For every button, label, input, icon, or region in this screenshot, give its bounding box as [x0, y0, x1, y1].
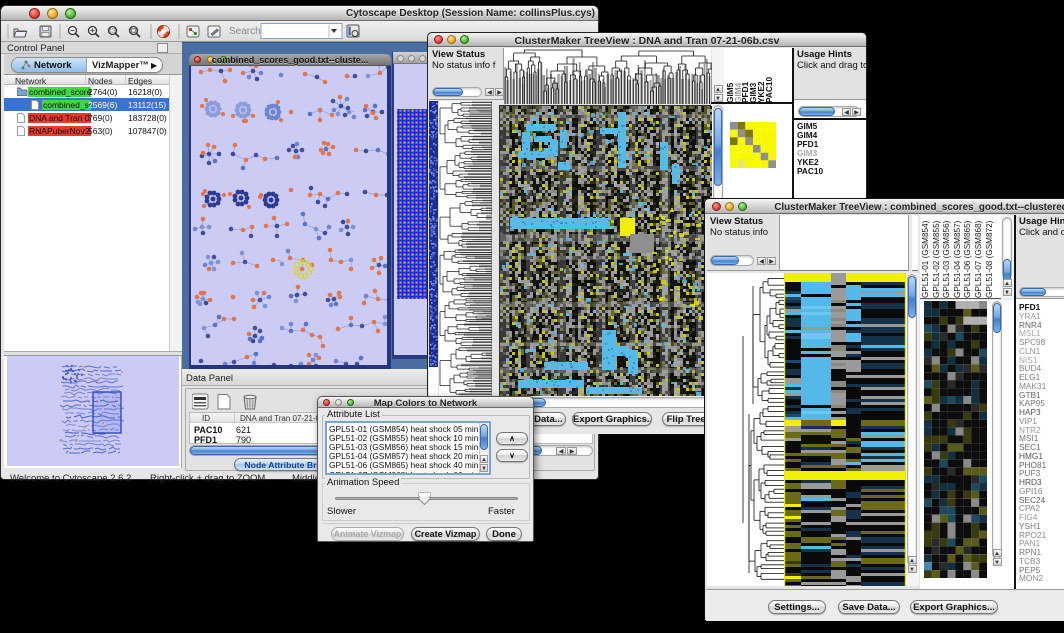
svg-text:Search:: Search: — [229, 26, 263, 37]
